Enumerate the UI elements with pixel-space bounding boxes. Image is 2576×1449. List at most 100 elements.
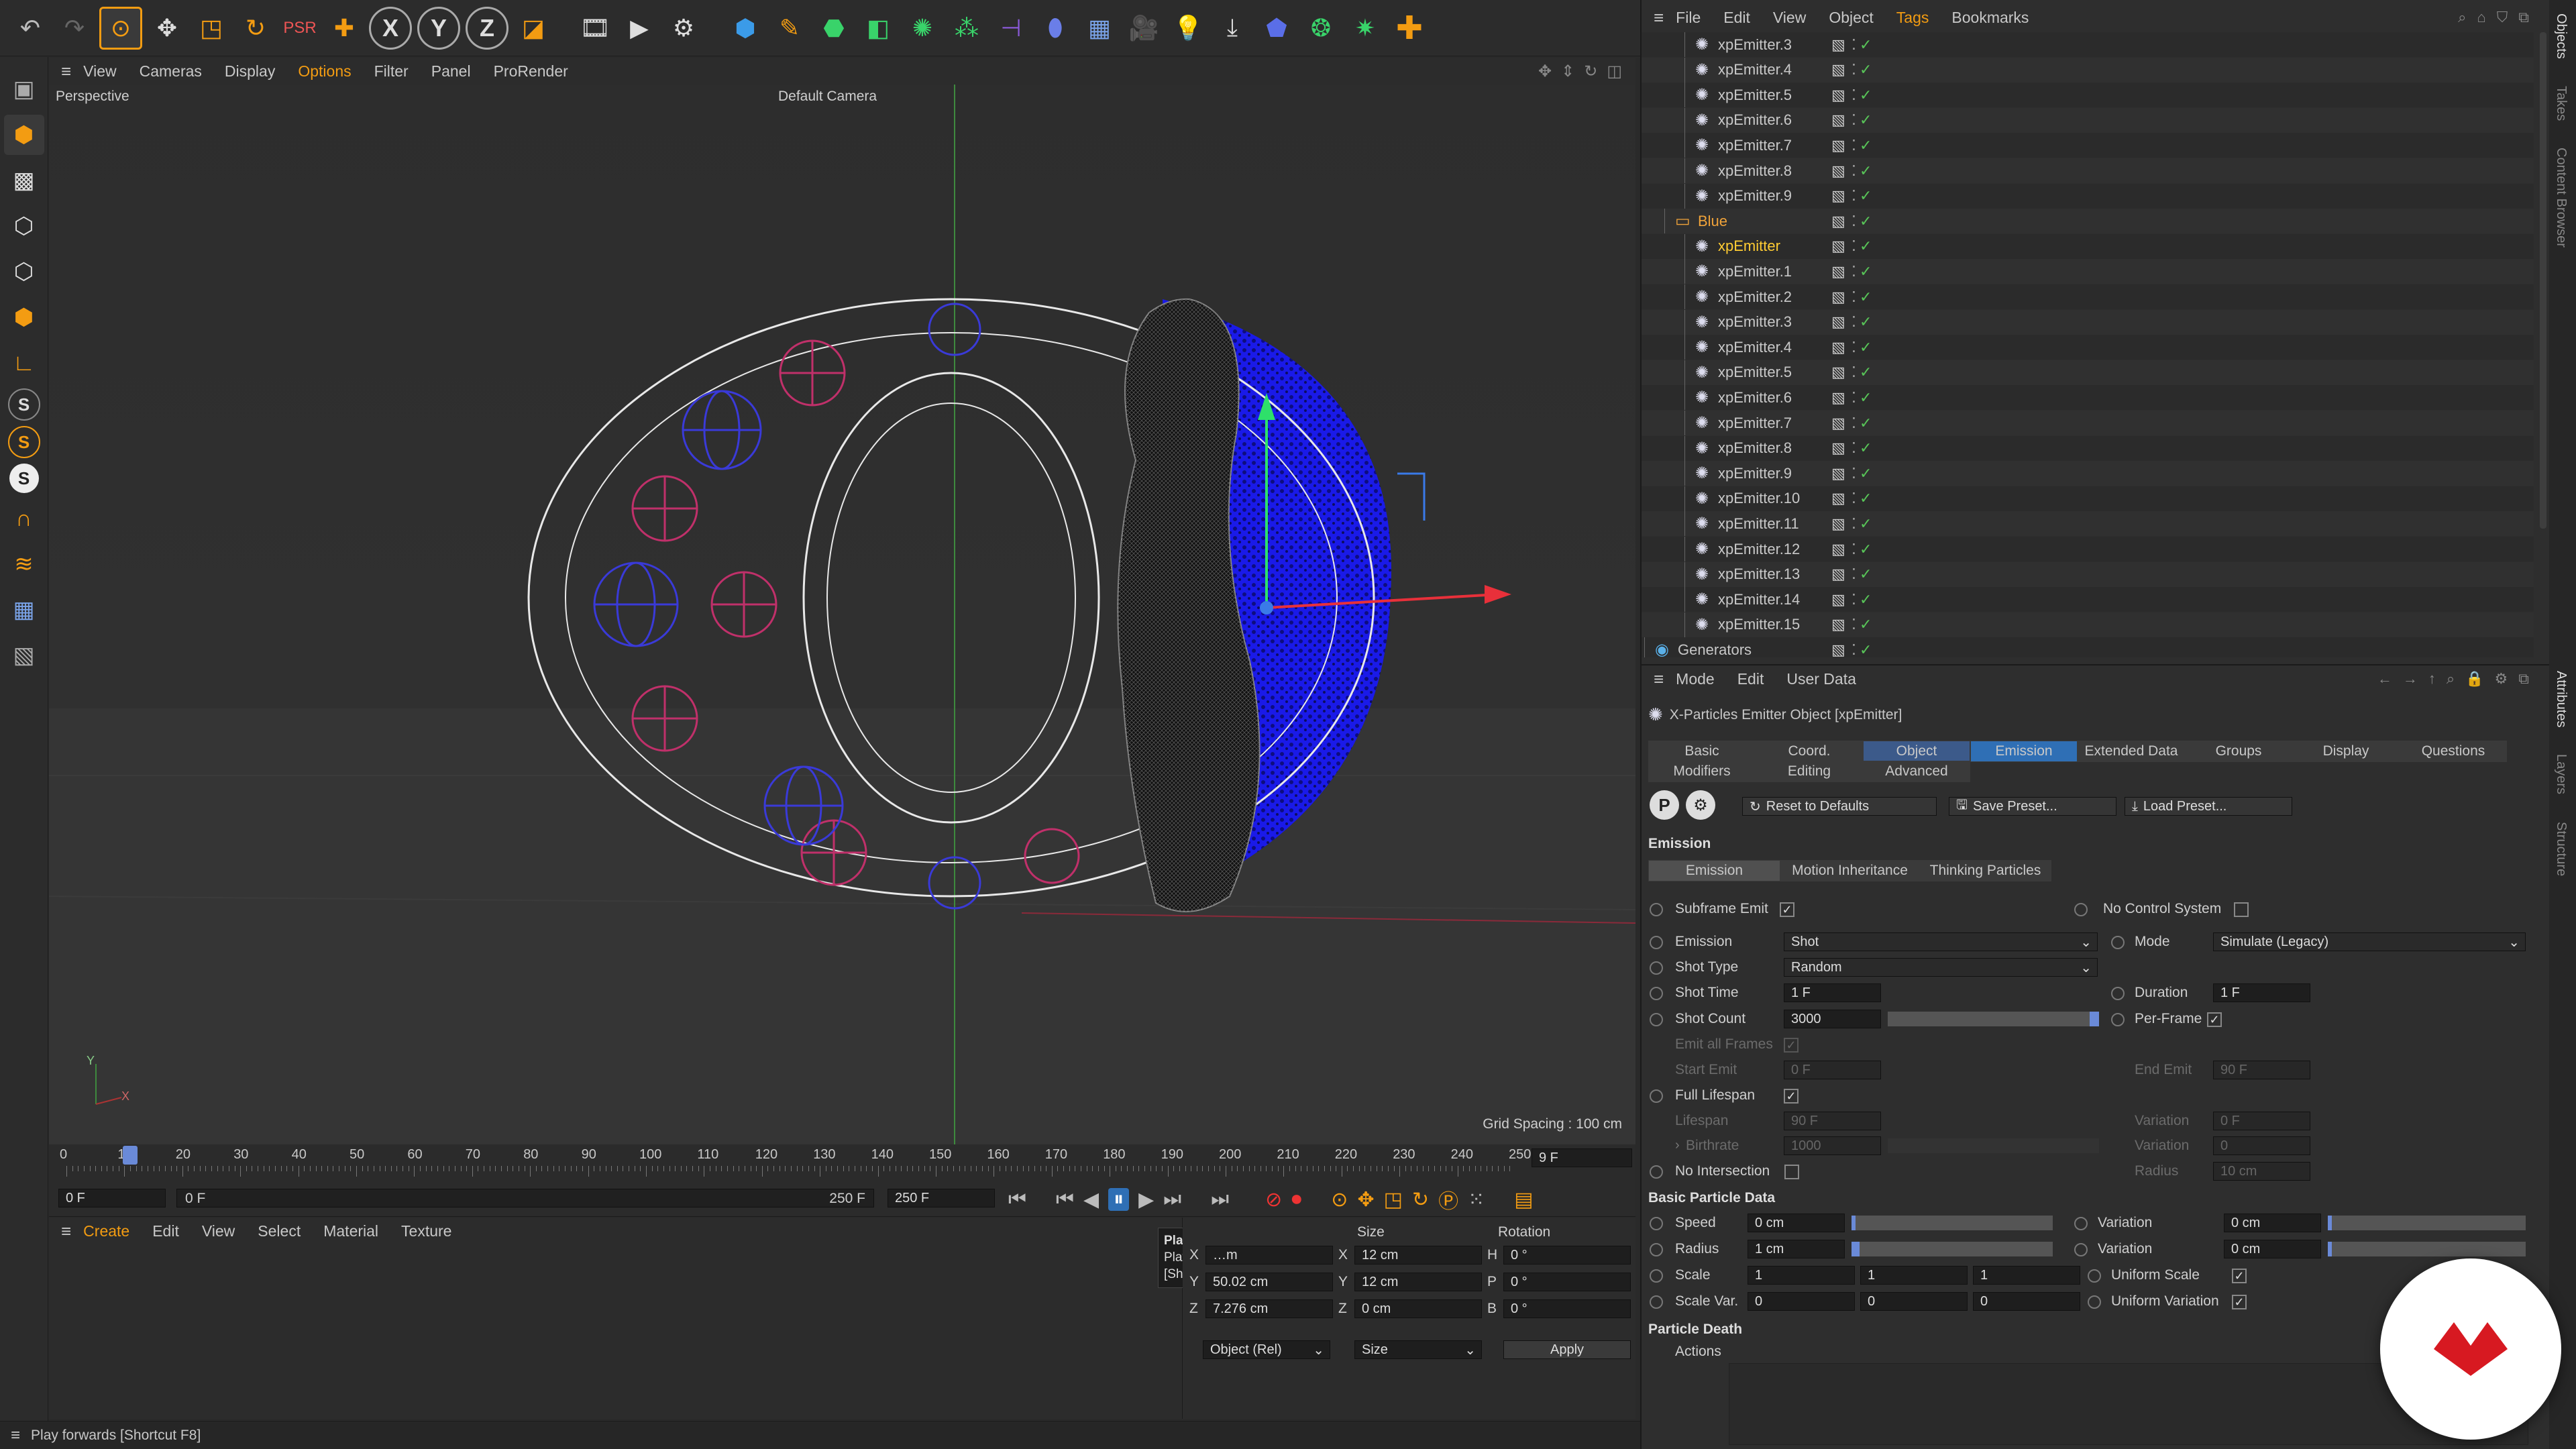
uniform-variation-radio[interactable] [2088, 1295, 2101, 1309]
material-menu-create[interactable]: Create [83, 1222, 129, 1240]
lock-icon[interactable]: 🔒 [2465, 670, 2483, 688]
radius-slider-handle[interactable] [1851, 1242, 1860, 1256]
key-param-icon[interactable]: Ⓟ [1438, 1185, 1458, 1214]
step-back-icon[interactable]: ◀ [1083, 1188, 1099, 1212]
emission-subtab-motion-inheritance[interactable]: Motion Inheritance [1780, 860, 1919, 881]
object-menu-view[interactable]: View [1773, 9, 1806, 27]
tag-icon[interactable]: ▧ [1831, 263, 1845, 280]
move-icon[interactable]: ✥ [148, 9, 186, 48]
side-tab-content-browser[interactable]: Content Browser [2553, 148, 2569, 248]
emission-subtab-thinking-particles[interactable]: Thinking Particles [1919, 860, 2051, 881]
object-emitter-row[interactable]: ✺ xpEmitter.11 ▧ ⁚ ✓ [1642, 511, 2534, 537]
object-emitter-row[interactable]: ✺ xpEmitter.9 ▧ ⁚ ✓ [1642, 183, 2534, 209]
radius-radio[interactable] [1650, 1243, 1663, 1256]
key-rotation-icon[interactable]: ↻ [1412, 1188, 1429, 1212]
enabled-check-icon[interactable]: ✓ [1860, 187, 1872, 205]
x-axis-icon[interactable]: X [369, 6, 412, 50]
rotate-view-icon[interactable]: ↻ [1584, 62, 1597, 81]
autokey-icon[interactable]: ⏺ [1291, 1188, 1301, 1211]
enabled-check-icon[interactable]: ✓ [1860, 237, 1872, 255]
duration-field[interactable]: 1 F [2213, 983, 2310, 1002]
layer-dots-icon[interactable]: ⁚ [1851, 641, 1856, 657]
settings-icon[interactable]: ⚙ [2495, 670, 2508, 688]
per-frame-checkbox[interactable]: ✓ [2207, 1012, 2222, 1027]
emission-subtab-emission[interactable]: Emission [1648, 860, 1780, 881]
tag-icon[interactable]: ▧ [1831, 87, 1845, 104]
workplane-icon[interactable]: ▦ [4, 590, 44, 630]
camera-icon[interactable]: 🎥 [1124, 9, 1163, 48]
tag-icon[interactable]: ▧ [1831, 111, 1845, 129]
object-emitter-row[interactable]: ✺ xpEmitter.15 ▧ ⁚ ✓ [1642, 612, 2534, 637]
object-emitter-row[interactable]: ✺ xpEmitter.7 ▧ ⁚ ✓ [1642, 133, 2534, 158]
pen-icon[interactable]: ✎ [770, 9, 809, 48]
layer-dots-icon[interactable]: ⁚ [1851, 111, 1856, 129]
enabled-check-icon[interactable]: ✓ [1860, 465, 1872, 482]
tag-icon[interactable]: ▧ [1831, 515, 1845, 533]
scale-variation-radio[interactable] [1650, 1295, 1663, 1309]
viewport-menu-prorender[interactable]: ProRender [494, 62, 568, 80]
object-emitter-row[interactable]: ✺ xpEmitter.3 ▧ ⁚ ✓ [1642, 32, 2534, 57]
radius-field[interactable]: 1 cm [1748, 1240, 1845, 1258]
key-position-icon[interactable]: ✥ [1357, 1188, 1374, 1212]
goto-next-key-icon[interactable]: ⏭ [1163, 1188, 1181, 1211]
reset-defaults-button[interactable]: ↻ Reset to Defaults [1742, 797, 1937, 816]
object-emitter-row[interactable]: ✺ xpEmitter.12 ▧ ⁚ ✓ [1642, 537, 2534, 561]
enabled-check-icon[interactable]: ✓ [1860, 313, 1872, 331]
per-frame-radio[interactable] [2111, 1013, 2125, 1026]
enabled-check-icon[interactable]: ✓ [1860, 541, 1872, 558]
enabled-check-icon[interactable]: ✓ [1860, 36, 1872, 54]
full-lifespan-checkbox[interactable]: ✓ [1784, 1089, 1799, 1104]
subframe-emit-checkbox[interactable]: ✓ [1780, 902, 1794, 917]
radius-slider[interactable] [1851, 1242, 2053, 1256]
viewport-menu-filter[interactable]: Filter [374, 62, 409, 80]
speed-variation-field[interactable]: 0 cm [2224, 1214, 2321, 1232]
apply-button[interactable]: Apply [1503, 1340, 1631, 1359]
add-icon[interactable]: ✚ [325, 9, 364, 48]
object-emitter-row[interactable]: ✺ xpEmitter.2 ▧ ⁚ ✓ [1642, 284, 2534, 309]
attribute-tab-questions[interactable]: Questions [2400, 741, 2507, 762]
tag-icon[interactable]: ▧ [1831, 339, 1845, 356]
radius-variation-slider[interactable] [2328, 1242, 2526, 1256]
side-tab-takes[interactable]: Takes [2553, 86, 2569, 121]
subdivision-icon[interactable]: ⬣ [814, 9, 853, 48]
redo-icon[interactable]: ↷ [55, 9, 94, 48]
attribute-menu-user-data[interactable]: User Data [1786, 670, 1856, 688]
material-menu-texture[interactable]: Texture [401, 1222, 451, 1240]
attribute-tab-extended-data[interactable]: Extended Data [2078, 741, 2185, 762]
load-preset-button[interactable]: ⤓ Load Preset... [2125, 797, 2292, 816]
no-control-radio[interactable] [2074, 903, 2088, 916]
hamburger-icon[interactable]: ≡ [61, 61, 71, 82]
enabled-check-icon[interactable]: ✓ [1860, 61, 1872, 78]
shot-type-select[interactable]: Random ⌄ [1784, 958, 2098, 977]
rotate-icon[interactable]: ↻ [236, 9, 275, 48]
scale-variation-x-field[interactable]: 0 [1748, 1292, 1855, 1311]
coordinate-mode-select[interactable]: Object (Rel) ⌄ [1203, 1340, 1330, 1359]
render-view-icon[interactable]: ▶ [620, 9, 659, 48]
enabled-check-icon[interactable]: ✓ [1860, 137, 1872, 154]
end-frame-field[interactable]: 250 F [888, 1189, 995, 1208]
enabled-check-icon[interactable]: ✓ [1860, 515, 1872, 533]
enabled-check-icon[interactable]: ✓ [1860, 364, 1872, 381]
layer-dots-icon[interactable]: ⁚ [1851, 490, 1856, 507]
attribute-tab-emission[interactable]: Emission [1970, 741, 2078, 762]
side-tab-structure[interactable]: Structure [2553, 822, 2569, 876]
preset-render-icon[interactable]: ⚙ [1686, 790, 1715, 820]
shot-time-radio[interactable] [1650, 987, 1663, 1000]
no-intersection-radio[interactable] [1650, 1165, 1663, 1179]
tag-icon[interactable]: ▧ [1831, 616, 1845, 633]
speed-radio[interactable] [1650, 1217, 1663, 1230]
viewport-menu-panel[interactable]: Panel [431, 62, 471, 80]
coordinate-system-icon[interactable]: ◪ [514, 9, 553, 48]
layer-dots-icon[interactable]: ⁚ [1851, 389, 1856, 407]
z-axis-icon[interactable]: Z [466, 6, 508, 50]
texture-mode-icon[interactable]: ▩ [4, 160, 44, 201]
duration-radio[interactable] [2111, 987, 2125, 1000]
play-forwards-icon[interactable]: ⏸ [1108, 1188, 1130, 1211]
spiral-icon[interactable]: ❂ [1301, 9, 1340, 48]
object-emitter-row[interactable]: ✺ xpEmitter.10 ▧ ⁚ ✓ [1642, 486, 2534, 511]
enabled-check-icon[interactable]: ✓ [1860, 162, 1872, 180]
layer-dots-icon[interactable]: ⁚ [1851, 566, 1856, 583]
shot-type-radio[interactable] [1650, 961, 1663, 975]
search-icon[interactable]: ⌕ [2447, 670, 2455, 688]
enabled-check-icon[interactable]: ✓ [1860, 288, 1872, 306]
